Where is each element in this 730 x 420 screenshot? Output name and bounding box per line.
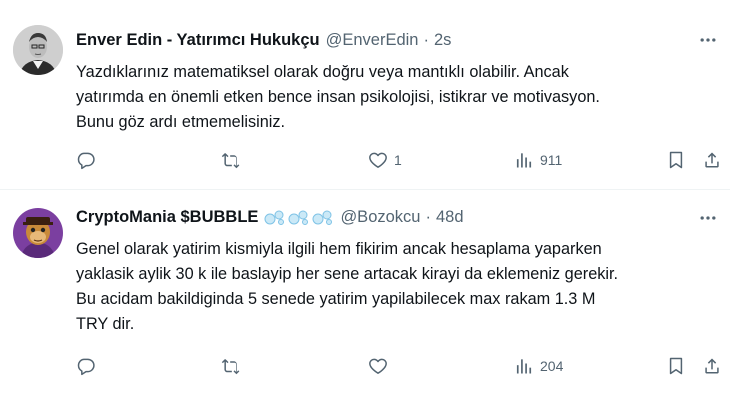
- tweet-text-line: Yazdıklarınız matematiksel olarak doğru …: [76, 63, 569, 81]
- reply-button[interactable]: [76, 355, 102, 377]
- views-button[interactable]: 911: [514, 149, 562, 171]
- tweet-text-line: Bunu göz ardı etmemelisiniz.: [76, 113, 286, 131]
- tweet-text-line: TRY dir.: [76, 315, 135, 333]
- more-options-button[interactable]: [696, 208, 720, 228]
- views-chart-icon: [516, 359, 532, 374]
- tweet-text-line: Bu acidam bakildiginda 5 senede yatirim …: [76, 290, 596, 308]
- tweet-text-line: yaklasik aylik 30 k ile baslayip her sen…: [76, 265, 619, 283]
- like-button[interactable]: [368, 355, 394, 377]
- share-icon: [705, 152, 719, 168]
- timestamp[interactable]: 48d: [436, 208, 464, 227]
- separator: ·: [425, 207, 431, 226]
- separator: ·: [423, 30, 430, 49]
- reply-button[interactable]: [76, 149, 102, 171]
- tweet-actions: 1 911: [76, 149, 724, 171]
- user-handle[interactable]: @Bozokcu: [340, 208, 420, 227]
- tweet-text-line: Genel olarak yatirim kismiyla ilgili hem…: [76, 240, 602, 258]
- like-count: 1: [394, 152, 402, 168]
- tweet-text: Yazdıklarınız matematiksel olarak doğru …: [76, 60, 716, 135]
- share-button[interactable]: [702, 149, 722, 171]
- bookmark-button[interactable]: [666, 355, 686, 377]
- avatar[interactable]: [13, 25, 63, 75]
- more-options-button[interactable]: [696, 30, 720, 50]
- views-button[interactable]: 204: [514, 355, 563, 377]
- retweet-button[interactable]: [221, 355, 247, 377]
- views-count: 204: [540, 358, 564, 374]
- like-button[interactable]: 1: [368, 149, 402, 171]
- tweet-actions: 204: [76, 355, 724, 377]
- tweet[interactable]: CryptoMania $BUBBLE @Bozokcu · 48d Genel…: [0, 191, 730, 420]
- user-handle[interactable]: @EnverEdin: [326, 31, 419, 50]
- bubbles-emoji-icon: [264, 208, 334, 226]
- retweet-button[interactable]: [221, 149, 247, 171]
- share-icon: [705, 358, 719, 374]
- views-count: 911: [540, 152, 563, 168]
- bookmark-icon: [669, 151, 683, 169]
- display-name[interactable]: CryptoMania $BUBBLE: [76, 208, 258, 227]
- tweet-header: CryptoMania $BUBBLE @Bozokcu · 48d: [76, 206, 464, 228]
- reply-icon: [77, 152, 95, 170]
- reply-icon: [77, 358, 95, 376]
- avatar[interactable]: [13, 208, 63, 258]
- timestamp[interactable]: 2s: [434, 31, 451, 50]
- display-name[interactable]: Enver Edin - Yatırımcı Hukukçu: [76, 31, 320, 50]
- retweet-icon: [221, 153, 240, 169]
- retweet-icon: [221, 359, 240, 375]
- bookmark-button[interactable]: [666, 149, 686, 171]
- tweet-text: Genel olarak yatirim kismiyla ilgili hem…: [76, 237, 716, 337]
- man-portrait-avatar-icon: [13, 25, 63, 75]
- more-dots-icon: [700, 216, 716, 220]
- heart-icon: [369, 358, 387, 374]
- heart-icon: [369, 152, 387, 168]
- more-dots-icon: [700, 38, 716, 42]
- bookmark-icon: [669, 357, 683, 375]
- tweet-text-line: yatırımda en önemli etken bence insan ps…: [76, 88, 600, 106]
- ape-nft-avatar-icon: [13, 208, 63, 258]
- tweet-header: Enver Edin - Yatırımcı Hukukçu @EnverEdi…: [76, 29, 451, 51]
- share-button[interactable]: [702, 355, 722, 377]
- tweet[interactable]: Enver Edin - Yatırımcı Hukukçu @EnverEdi…: [0, 0, 730, 190]
- views-chart-icon: [516, 153, 532, 168]
